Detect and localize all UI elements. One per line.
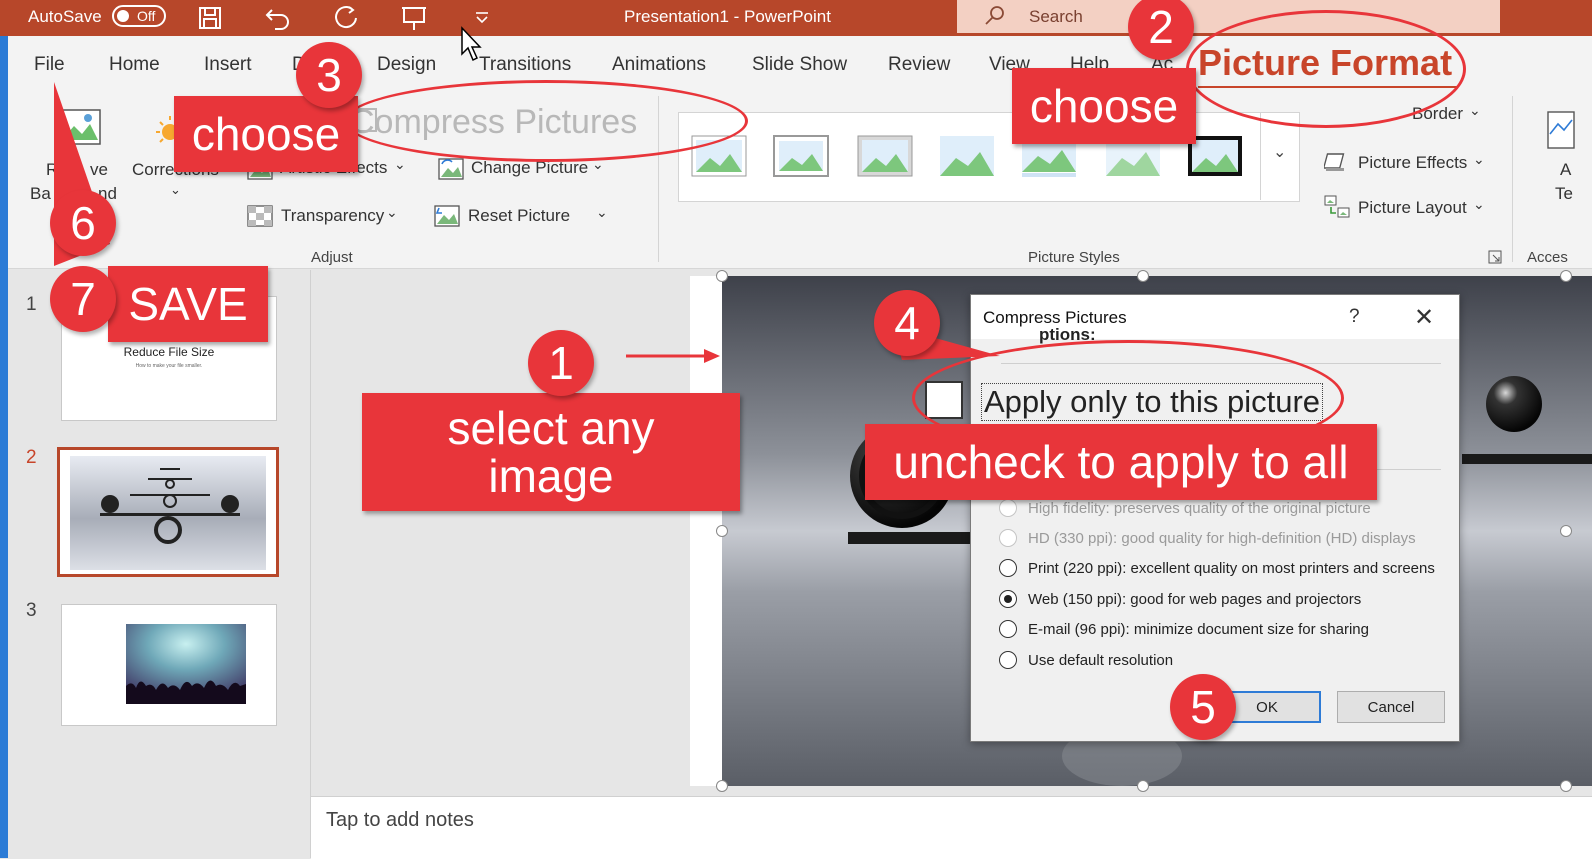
uncheck-label: uncheck to apply to all (865, 424, 1377, 500)
slide-1-title: Reduce File Size (123, 345, 215, 359)
compress-pictures-highlight (344, 80, 748, 162)
autosave-toggle[interactable]: Off (112, 5, 166, 27)
window-edge (0, 0, 8, 858)
step-3-badge: 3 (296, 42, 362, 108)
picture-style-4[interactable] (938, 134, 996, 178)
picture-layout-dropdown-icon[interactable]: ⌄ (1473, 196, 1485, 213)
start-slideshow-icon[interactable] (400, 4, 428, 32)
option-default-resolution[interactable]: Use default resolution (1028, 652, 1173, 669)
corrections-dropdown-icon[interactable]: ⌄ (170, 182, 181, 198)
resize-handle[interactable] (716, 780, 728, 792)
picture-format-highlight (1186, 10, 1466, 128)
resize-handle[interactable] (716, 525, 728, 537)
step-7-badge: 7 (50, 266, 116, 332)
radio-web[interactable] (999, 590, 1017, 608)
tab-animations[interactable]: Animations (612, 54, 706, 76)
concert-image-thumbnail (126, 624, 246, 704)
picture-style-2[interactable] (772, 134, 830, 178)
reset-picture-dropdown-icon[interactable]: ⌄ (596, 204, 608, 221)
tab-insert[interactable]: Insert (204, 54, 252, 76)
picture-effects-dropdown-icon[interactable]: ⌄ (1473, 151, 1485, 168)
picture-style-3[interactable] (856, 134, 914, 178)
tab-review[interactable]: Review (888, 54, 950, 76)
tab-home[interactable]: Home (109, 54, 160, 76)
picture-effects-icon[interactable] (1324, 152, 1348, 174)
option-print[interactable]: Print (220 ppi): excellent quality on mo… (1028, 560, 1435, 577)
slide-1-subtitle: How to make your file smaller. (135, 363, 203, 369)
arrow-right-icon (626, 349, 720, 363)
select-image-label: select any image (362, 393, 740, 511)
undo-icon[interactable] (264, 4, 292, 32)
chevron-down-icon: ⌄ (1273, 144, 1287, 161)
close-icon[interactable]: ✕ (1414, 303, 1434, 332)
radio-default-resolution[interactable] (999, 651, 1017, 669)
dialog-launcher-icon[interactable] (1488, 250, 1502, 264)
transparency-label[interactable]: Transparency (281, 206, 384, 226)
picture-layout-label[interactable]: Picture Layout (1358, 198, 1467, 218)
adjust-group-caption: Adjust (311, 249, 353, 266)
step-1-badge: 1 (528, 330, 594, 396)
picture-effects-label[interactable]: Picture Effects (1358, 153, 1467, 173)
cancel-button[interactable]: Cancel (1337, 691, 1445, 723)
option-web[interactable]: Web (150 ppi): good for web pages and pr… (1028, 591, 1361, 608)
save-label: SAVE (108, 266, 268, 342)
picture-layout-icon[interactable] (1324, 195, 1350, 219)
alt-text-icon[interactable] (1546, 110, 1576, 150)
resize-handle[interactable] (716, 270, 728, 282)
artistic-effects-dropdown-icon[interactable]: ⌄ (394, 156, 406, 173)
tab-design[interactable]: Design (377, 54, 436, 76)
picture-styles-caption: Picture Styles (1028, 249, 1120, 266)
notes-pane[interactable]: Tap to add notes (311, 796, 1592, 859)
tab-slide-show[interactable]: Slide Show (752, 54, 847, 76)
tab-file[interactable]: File (34, 54, 65, 76)
transparency-icon[interactable] (247, 205, 273, 227)
slide-number: 2 (26, 447, 37, 468)
option-hd: HD (330 ppi): good quality for high-defi… (1028, 530, 1416, 547)
step-6-badge: 6 (50, 190, 116, 256)
resize-handle[interactable] (1560, 270, 1572, 282)
tab-transitions[interactable]: Transitions (479, 54, 571, 76)
alt-text-label-b[interactable]: Te (1555, 184, 1573, 204)
option-email[interactable]: E-mail (96 ppi): minimize document size … (1028, 621, 1369, 638)
radio-high-fidelity (999, 499, 1017, 517)
radio-print[interactable] (999, 559, 1017, 577)
reset-picture-icon[interactable] (434, 205, 460, 227)
balance-image-thumbnail (70, 456, 266, 570)
ribbon-separator (1512, 96, 1513, 262)
radio-hd (999, 529, 1017, 547)
autosave-state: Off (137, 8, 156, 24)
step-4-badge: 4 (874, 290, 940, 356)
radio-selected-dot-icon (1004, 595, 1012, 603)
radio-email[interactable] (999, 620, 1017, 638)
slide-number: 1 (26, 294, 37, 315)
alt-text-label-a[interactable]: A (1560, 160, 1571, 180)
redo-icon[interactable] (332, 4, 360, 32)
save-icon[interactable] (196, 4, 224, 32)
choose-label-right: choose (1012, 68, 1196, 144)
autosave-label: AutoSave (28, 7, 102, 26)
search-placeholder: Search (1029, 7, 1083, 26)
window-title: Presentation1 - PowerPoint (624, 7, 831, 26)
mouse-cursor-icon (461, 26, 482, 62)
resize-handle[interactable] (1560, 780, 1572, 792)
accessibility-caption: Acces (1527, 249, 1568, 266)
resize-handle[interactable] (1560, 525, 1572, 537)
resize-handle[interactable] (1137, 780, 1149, 792)
toggle-knob-icon (117, 10, 129, 22)
slide-thumbnail-2[interactable] (57, 447, 279, 577)
transparency-dropdown-icon[interactable]: ⌄ (386, 204, 398, 221)
resize-handle[interactable] (1137, 270, 1149, 282)
option-high-fidelity: High fidelity: preserves quality of the … (1028, 500, 1371, 517)
slide-number: 3 (26, 600, 37, 621)
search-icon (985, 6, 1004, 25)
slide-thumbnail-3[interactable] (61, 604, 277, 726)
step-5-badge: 5 (1170, 674, 1236, 740)
reset-picture-label[interactable]: Reset Picture (468, 206, 570, 226)
picture-border-dropdown-icon[interactable]: ⌄ (1469, 102, 1481, 119)
change-picture-icon[interactable] (438, 158, 464, 180)
help-button[interactable]: ? (1349, 306, 1360, 328)
notes-placeholder: Tap to add notes (326, 809, 474, 831)
